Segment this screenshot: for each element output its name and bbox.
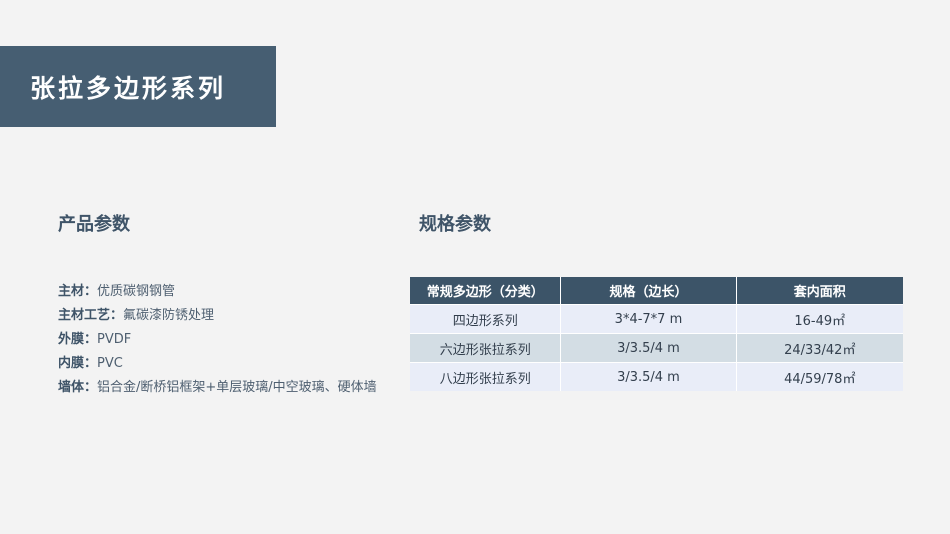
table-cell: 16-49㎡ — [736, 304, 903, 334]
param-inner-membrane: 内膜：PVC — [58, 352, 398, 376]
title-banner: 张拉多边形系列 — [0, 46, 276, 127]
table-cell: 44/59/78㎡ — [736, 362, 903, 391]
param-label: 主材： — [58, 284, 98, 299]
page-title: 张拉多边形系列 — [30, 73, 227, 103]
param-label: 主材工艺： — [58, 308, 124, 323]
param-label: 外膜： — [58, 332, 98, 347]
table-row: 四边形系列 3*4-7*7 m 16-49㎡ — [410, 304, 903, 334]
table-cell: 六边形张拉系列 — [410, 333, 562, 363]
table-cell: 四边形系列 — [410, 304, 562, 334]
param-label: 内膜： — [58, 356, 98, 371]
column-header: 常规多边形（分类） — [410, 277, 562, 305]
param-main-material: 主材：优质碳钢钢管 — [58, 280, 398, 304]
param-value: 氟碳漆防锈处理 — [123, 308, 215, 323]
param-value: 优质碳钢钢管 — [97, 284, 176, 299]
column-header: 套内面积 — [736, 277, 903, 305]
param-label: 墙体： — [58, 380, 98, 395]
spec-table: 常规多边形（分类） 规格（边长） 套内面积 四边形系列 3*4-7*7 m 16… — [410, 277, 903, 391]
table-header-row: 常规多边形（分类） 规格（边长） 套内面积 — [410, 277, 903, 305]
param-value: PVDF — [97, 332, 132, 347]
spec-params-heading: 规格参数 — [419, 214, 491, 235]
param-value: PVC — [97, 356, 123, 371]
param-main-process: 主材工艺：氟碳漆防锈处理 — [58, 304, 398, 328]
product-params-heading: 产品参数 — [58, 214, 130, 235]
table-cell: 3/3.5/4 m — [560, 362, 737, 391]
table-cell: 八边形张拉系列 — [410, 362, 562, 391]
column-header: 规格（边长） — [560, 277, 737, 305]
param-value: 铝合金/断桥铝框架+单层玻璃/中空玻璃、硬体墙 — [97, 380, 377, 395]
param-wall: 墙体：铝合金/断桥铝框架+单层玻璃/中空玻璃、硬体墙 — [58, 376, 398, 400]
param-outer-membrane: 外膜：PVDF — [58, 328, 398, 352]
product-param-list: 主材：优质碳钢钢管 主材工艺：氟碳漆防锈处理 外膜：PVDF 内膜：PVC 墙体… — [58, 280, 398, 400]
table-cell: 3/3.5/4 m — [560, 333, 737, 363]
table-cell: 24/33/42㎡ — [736, 333, 903, 363]
table-row: 八边形张拉系列 3/3.5/4 m 44/59/78㎡ — [410, 362, 903, 391]
table-cell: 3*4-7*7 m — [560, 304, 737, 334]
table-row: 六边形张拉系列 3/3.5/4 m 24/33/42㎡ — [410, 333, 903, 363]
